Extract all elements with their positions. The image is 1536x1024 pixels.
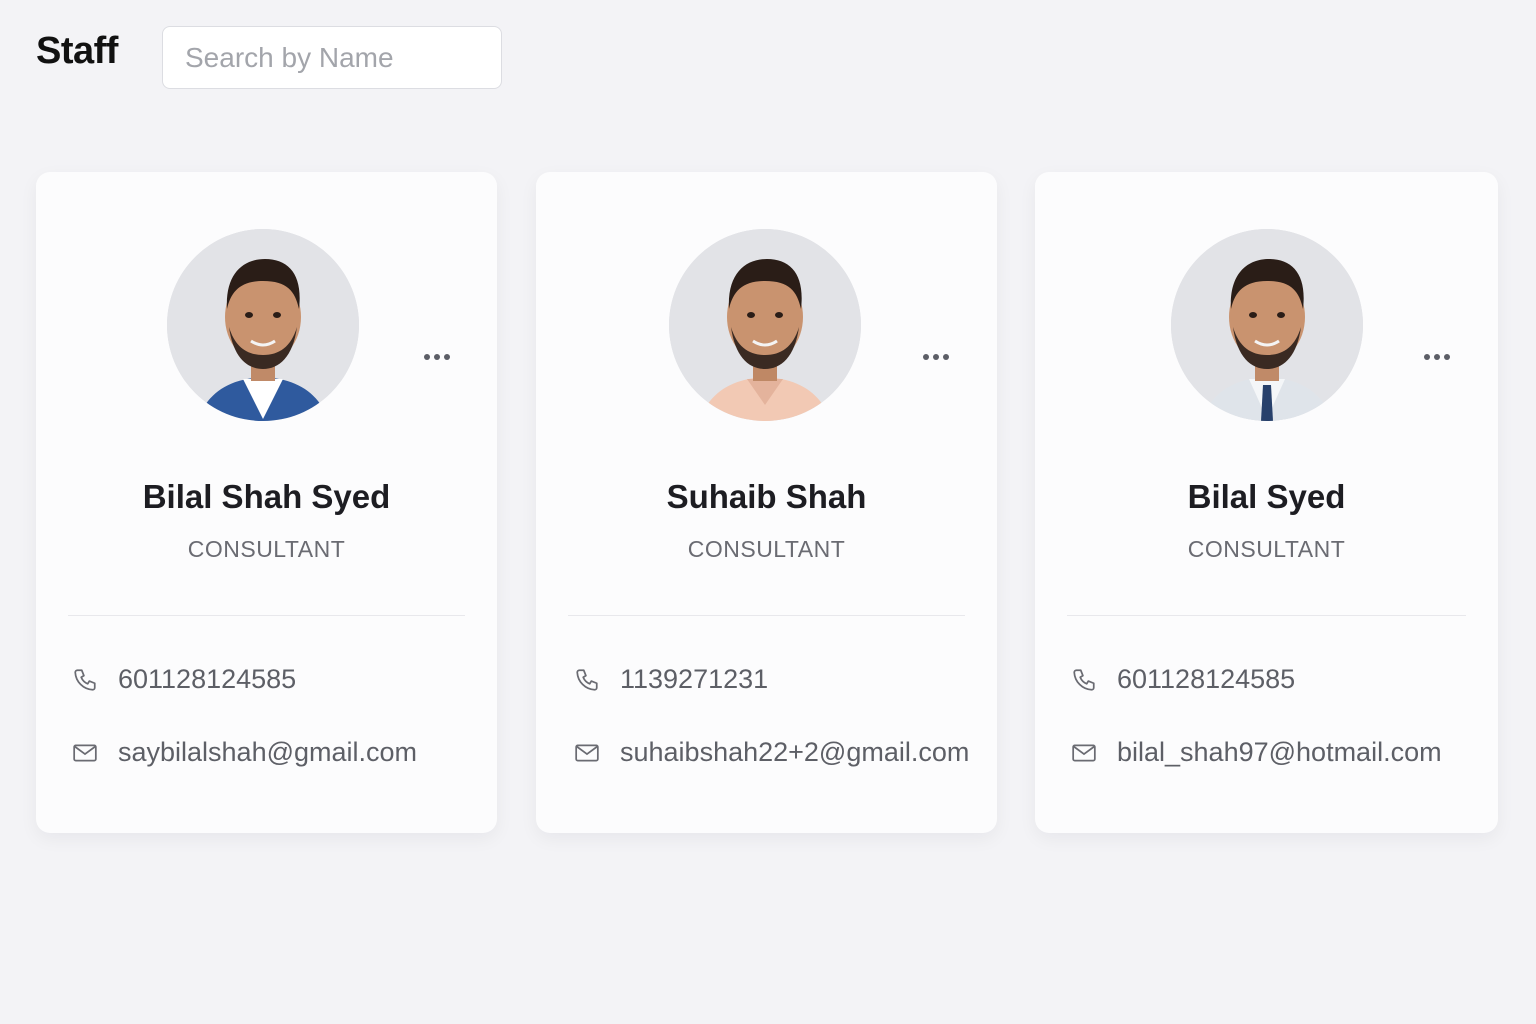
email-address: suhaibshah22+2@gmail.com bbox=[620, 737, 970, 767]
staff-name: Suhaib Shah bbox=[666, 478, 867, 515]
avatar bbox=[167, 229, 359, 421]
phone-row[interactable]: 601128124585 bbox=[72, 664, 296, 695]
search-input[interactable] bbox=[162, 26, 502, 89]
more-horizontal-icon bbox=[1424, 354, 1430, 360]
page-title: Staff bbox=[36, 30, 118, 72]
more-options-button[interactable] bbox=[1417, 344, 1457, 370]
more-horizontal-icon bbox=[923, 354, 929, 360]
email-row[interactable]: saybilalshah@gmail.com bbox=[72, 737, 417, 768]
card-divider bbox=[568, 615, 965, 616]
card-divider bbox=[1067, 615, 1466, 616]
staff-card[interactable]: Suhaib Shah CONSULTANT 1139271231 suhaib… bbox=[536, 172, 997, 833]
staff-role: CONSULTANT bbox=[687, 536, 846, 562]
email-address: bilal_shah97@hotmail.com bbox=[1117, 737, 1442, 767]
phone-number: 601128124585 bbox=[1117, 664, 1296, 694]
staff-card[interactable]: Bilal Syed CONSULTANT 601128124585 bilal… bbox=[1035, 172, 1498, 833]
staff-role: CONSULTANT bbox=[187, 536, 346, 562]
staff-card[interactable]: Bilal Shah Syed CONSULTANT 601128124585 … bbox=[36, 172, 497, 833]
phone-number: 601128124585 bbox=[118, 664, 297, 694]
email-row[interactable]: suhaibshah22+2@gmail.com bbox=[574, 737, 969, 768]
mail-icon bbox=[574, 740, 600, 766]
staff-name: Bilal Shah Syed bbox=[142, 478, 391, 515]
staff-name: Bilal Syed bbox=[1187, 478, 1346, 515]
phone-icon bbox=[72, 667, 98, 693]
email-row[interactable]: bilal_shah97@hotmail.com bbox=[1071, 737, 1442, 768]
email-address: saybilalshah@gmail.com bbox=[118, 737, 418, 767]
phone-icon bbox=[1071, 667, 1097, 693]
card-divider bbox=[68, 615, 465, 616]
more-options-button[interactable] bbox=[916, 344, 956, 370]
more-horizontal-icon bbox=[424, 354, 430, 360]
avatar bbox=[669, 229, 861, 421]
avatar bbox=[1171, 229, 1363, 421]
phone-row[interactable]: 601128124585 bbox=[1071, 664, 1295, 695]
staff-page: Staff Bilal Shah Syed CONSULTANT bbox=[0, 0, 1536, 1024]
mail-icon bbox=[1071, 740, 1097, 766]
staff-role: CONSULTANT bbox=[1187, 536, 1346, 562]
phone-number: 1139271231 bbox=[620, 664, 769, 694]
phone-icon bbox=[574, 667, 600, 693]
more-options-button[interactable] bbox=[417, 344, 457, 370]
mail-icon bbox=[72, 740, 98, 766]
phone-row[interactable]: 1139271231 bbox=[574, 664, 768, 695]
